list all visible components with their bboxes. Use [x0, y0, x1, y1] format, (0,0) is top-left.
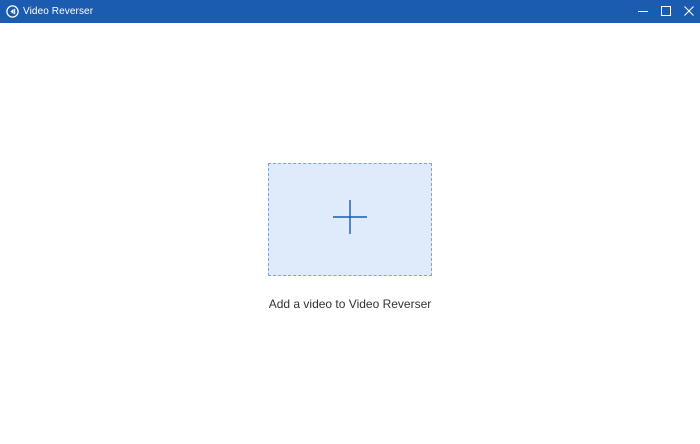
title-bar[interactable]: Video Reverser [0, 0, 700, 23]
plus-icon [333, 200, 367, 239]
app-logo-icon [5, 5, 19, 19]
minimize-icon [637, 3, 648, 21]
window-title: Video Reverser [23, 6, 94, 17]
close-icon [683, 3, 694, 21]
app-window: Video Reverser Add a video to Video Reve… [0, 0, 700, 444]
maximize-icon [660, 3, 671, 21]
main-content: Add a video to Video Reverser [0, 23, 700, 444]
maximize-button[interactable] [654, 0, 677, 23]
add-video-caption: Add a video to Video Reverser [268, 297, 432, 311]
window-controls [631, 0, 700, 23]
minimize-button[interactable] [631, 0, 654, 23]
add-video-dropzone[interactable] [268, 163, 432, 276]
close-button[interactable] [677, 0, 700, 23]
